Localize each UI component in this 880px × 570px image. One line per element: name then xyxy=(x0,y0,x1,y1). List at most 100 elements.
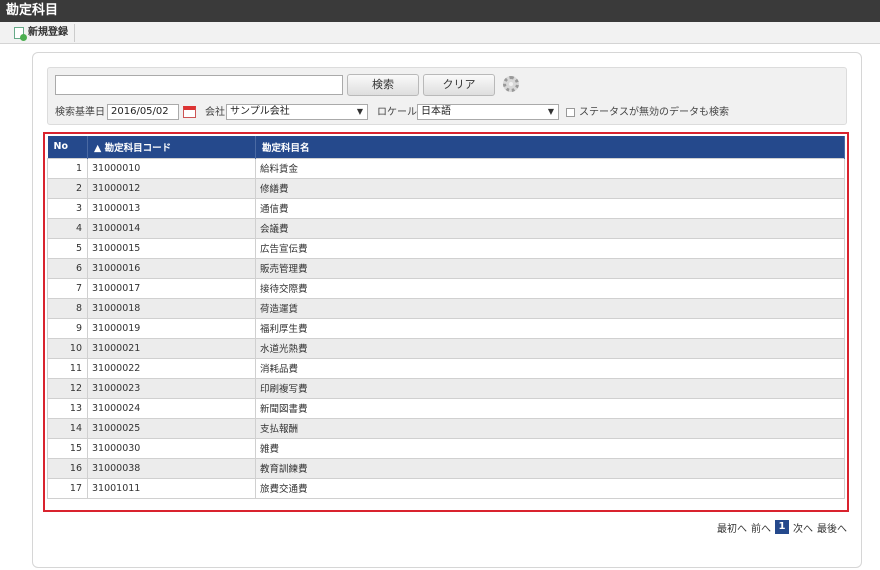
cell-no: 16 xyxy=(47,457,88,479)
cell-no: 10 xyxy=(47,337,88,359)
cell-name: 荷造運賃 xyxy=(255,297,845,319)
cell-code: 31000018 xyxy=(87,297,256,319)
company-value: サンプル会社 xyxy=(230,106,290,117)
table-row[interactable]: 10 31000021 水道光熱費 xyxy=(47,337,845,359)
results-grid-frame: No ▲ 勘定科目コード 勘定科目名 1 31000010 給料賃金 2 3100001… xyxy=(43,132,849,512)
cell-code: 31000022 xyxy=(87,357,256,379)
base-date-field[interactable]: 2016/05/02 xyxy=(107,104,179,120)
cell-no: 8 xyxy=(47,297,88,319)
cell-no: 5 xyxy=(47,237,88,259)
table-row[interactable]: 6 31000016 販売管理費 xyxy=(47,257,845,279)
table-row[interactable]: 16 31000038 教育訓練費 xyxy=(47,457,845,479)
toolbar: 新規登録 xyxy=(0,22,880,44)
cell-code: 31000030 xyxy=(87,437,256,459)
locale-label: ロケール xyxy=(377,107,417,118)
cell-code: 31001011 xyxy=(87,477,256,499)
table-row[interactable]: 3 31000013 通信費 xyxy=(47,197,845,219)
table-row[interactable]: 12 31000023 印刷複写費 xyxy=(47,377,845,399)
cell-code: 31000019 xyxy=(87,317,256,339)
cell-no: 15 xyxy=(47,437,88,459)
cell-no: 12 xyxy=(47,377,88,399)
table-header-row: No ▲ 勘定科目コード 勘定科目名 xyxy=(47,136,845,158)
cell-no: 9 xyxy=(47,317,88,339)
cell-code: 31000024 xyxy=(87,397,256,419)
company-label: 会社 xyxy=(205,107,225,118)
cell-name: 消耗品費 xyxy=(255,357,845,379)
cell-code: 31000023 xyxy=(87,377,256,399)
cell-name: 給料賃金 xyxy=(255,157,845,179)
cell-no: 1 xyxy=(47,157,88,179)
gear-icon[interactable] xyxy=(503,76,519,92)
column-header-name[interactable]: 勘定科目名 xyxy=(255,136,845,158)
search-button[interactable]: 検索 xyxy=(347,74,419,96)
table-row[interactable]: 14 31000025 支払報酬 xyxy=(47,417,845,439)
new-document-icon xyxy=(14,27,27,41)
table-row[interactable]: 7 31000017 接待交際費 xyxy=(47,277,845,299)
pager-next-link[interactable]: 次へ xyxy=(793,520,813,535)
cell-no: 6 xyxy=(47,257,88,279)
pagination: 最初へ 前へ 1 次へ 最後へ xyxy=(717,519,847,535)
cell-name: 支払報酬 xyxy=(255,417,845,439)
table-row[interactable]: 13 31000024 新聞図書費 xyxy=(47,397,845,419)
cell-code: 31000013 xyxy=(87,197,256,219)
base-date-label: 検索基準日 xyxy=(55,107,105,118)
cell-no: 3 xyxy=(47,197,88,219)
search-options: 検索基準日 2016/05/02 会社 サンプル会社 ▼ ロケール 日本語 ▼ … xyxy=(55,104,845,122)
table-row[interactable]: 9 31000019 福利厚生費 xyxy=(47,317,845,339)
clear-button[interactable]: クリア xyxy=(423,74,495,96)
locale-select[interactable]: 日本語 ▼ xyxy=(417,104,559,120)
cell-name: 旅費交通費 xyxy=(255,477,845,499)
cell-name: 販売管理費 xyxy=(255,257,845,279)
cell-code: 31000025 xyxy=(87,417,256,439)
cell-no: 2 xyxy=(47,177,88,199)
cell-name: 印刷複写費 xyxy=(255,377,845,399)
cell-code: 31000015 xyxy=(87,237,256,259)
cell-name: 通信費 xyxy=(255,197,845,219)
cell-name: 修繕費 xyxy=(255,177,845,199)
company-select[interactable]: サンプル会社 ▼ xyxy=(226,104,368,120)
cell-code: 31000038 xyxy=(87,457,256,479)
locale-value: 日本語 xyxy=(421,106,451,117)
cell-code: 31000010 xyxy=(87,157,256,179)
pager-last-link[interactable]: 最後へ xyxy=(817,520,847,535)
cell-name: 福利厚生費 xyxy=(255,317,845,339)
include-invalid-label: ステータスが無効のデータも検索 xyxy=(579,107,729,118)
include-invalid-checkbox[interactable] xyxy=(566,108,575,117)
cell-name: 広告宣伝費 xyxy=(255,237,845,259)
cell-code: 31000021 xyxy=(87,337,256,359)
cell-name: 水道光熱費 xyxy=(255,337,845,359)
table-row[interactable]: 5 31000015 広告宣伝費 xyxy=(47,237,845,259)
cell-code: 31000016 xyxy=(87,257,256,279)
column-header-code[interactable]: ▲ 勘定科目コード xyxy=(87,136,256,158)
cell-no: 4 xyxy=(47,217,88,239)
pager-first-link[interactable]: 最初へ xyxy=(717,520,747,535)
table-row[interactable]: 17 31001011 旅費交通費 xyxy=(47,477,845,499)
cell-name: 接待交際費 xyxy=(255,277,845,299)
cell-no: 13 xyxy=(47,397,88,419)
chevron-down-icon: ▼ xyxy=(356,107,363,116)
pager-current-page[interactable]: 1 xyxy=(775,520,789,534)
cell-code: 31000012 xyxy=(87,177,256,199)
column-header-no[interactable]: No xyxy=(47,136,88,158)
keyword-input[interactable] xyxy=(55,75,343,95)
pager-prev-link[interactable]: 前へ xyxy=(751,520,771,535)
table-row[interactable]: 2 31000012 修繕費 xyxy=(47,177,845,199)
new-register-button[interactable]: 新規登録 xyxy=(10,24,75,42)
cell-no: 17 xyxy=(47,477,88,499)
search-panel: 検索 クリア 検索基準日 2016/05/02 会社 サンプル会社 ▼ ロケール… xyxy=(47,67,847,125)
results-table: No ▲ 勘定科目コード 勘定科目名 1 31000010 給料賃金 2 3100001… xyxy=(47,136,845,499)
chevron-down-icon: ▼ xyxy=(547,107,554,116)
cell-name: 雑費 xyxy=(255,437,845,459)
cell-code: 31000017 xyxy=(87,277,256,299)
cell-no: 14 xyxy=(47,417,88,439)
table-row[interactable]: 1 31000010 給料賃金 xyxy=(47,157,845,179)
table-row[interactable]: 15 31000030 雑費 xyxy=(47,437,845,459)
cell-no: 7 xyxy=(47,277,88,299)
cell-name: 新聞図書費 xyxy=(255,397,845,419)
table-row[interactable]: 4 31000014 会議費 xyxy=(47,217,845,239)
cell-name: 教育訓練費 xyxy=(255,457,845,479)
calendar-icon[interactable] xyxy=(183,106,196,118)
main-panel: 検索 クリア 検索基準日 2016/05/02 会社 サンプル会社 ▼ ロケール… xyxy=(32,52,862,568)
table-row[interactable]: 8 31000018 荷造運賃 xyxy=(47,297,845,319)
table-row[interactable]: 11 31000022 消耗品費 xyxy=(47,357,845,379)
